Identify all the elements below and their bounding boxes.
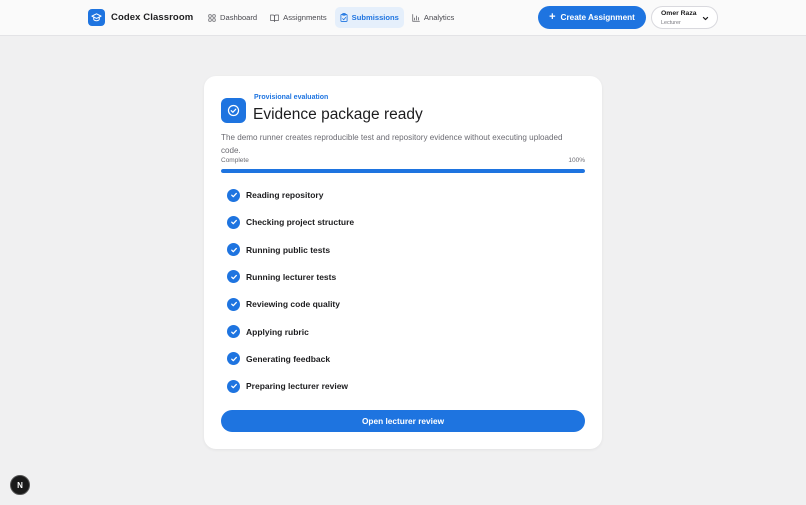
- user-name: Omer Raza: [661, 10, 697, 17]
- top-navigation-bar: Codex Classroom Dashboard Assignments Su…: [0, 0, 806, 36]
- check-icon: [227, 215, 240, 229]
- check-icon: [227, 188, 240, 202]
- next-dev-badge[interactable]: N: [10, 475, 30, 495]
- chevron-down-icon: [702, 16, 709, 21]
- bar-chart-icon: [412, 13, 420, 22]
- evidence-card: Provisional evaluation Evidence package …: [204, 76, 602, 449]
- step-label: Reading repository: [246, 190, 324, 200]
- nav-assignments-label: Assignments: [283, 13, 327, 22]
- nav-submissions[interactable]: Submissions: [334, 7, 404, 28]
- brand[interactable]: Codex Classroom: [88, 9, 193, 26]
- check-icon: [227, 270, 240, 284]
- nav-dashboard[interactable]: Dashboard: [203, 7, 262, 28]
- check-circle-icon: [221, 98, 246, 123]
- check-icon: [227, 325, 240, 338]
- user-menu[interactable]: Omer Raza Lecturer: [651, 6, 718, 29]
- step-item: Applying rubric: [227, 325, 309, 339]
- progress-fill: [221, 169, 585, 173]
- nav-assignments[interactable]: Assignments: [265, 7, 331, 28]
- card-eyebrow: Provisional evaluation: [254, 94, 329, 101]
- step-item: Generating feedback: [227, 352, 330, 366]
- progress-label: Complete: [221, 157, 249, 164]
- nav-analytics-label: Analytics: [423, 13, 455, 22]
- step-label: Checking project structure: [246, 217, 355, 228]
- nav-submissions-label: Submissions: [351, 13, 399, 22]
- brand-name: Codex Classroom: [111, 12, 194, 23]
- step-label: Generating feedback: [246, 353, 331, 364]
- step-label: Reviewing code quality: [246, 299, 340, 310]
- nav-analytics[interactable]: Analytics: [407, 7, 459, 28]
- step-item: Preparing lecturer review: [227, 379, 348, 393]
- step-label: Running public tests: [246, 244, 331, 255]
- nav-dashboard-label: Dashboard: [220, 13, 258, 22]
- user-role: Lecturer: [661, 19, 681, 26]
- step-label: Preparing lecturer review: [246, 381, 349, 392]
- progress-percent: 100%: [568, 157, 585, 164]
- card-description: The demo runner creates reproducible tes…: [221, 133, 563, 155]
- step-label: Running lecturer tests: [246, 271, 337, 282]
- grid-icon: [208, 13, 216, 22]
- check-icon: [227, 297, 240, 311]
- step-item: Running lecturer tests: [227, 270, 336, 284]
- check-icon: [227, 352, 240, 366]
- step-item: Reading repository: [227, 188, 323, 202]
- card-title: Evidence package ready: [253, 106, 423, 123]
- step-label: Applying rubric: [246, 326, 309, 337]
- book-icon: [270, 14, 280, 22]
- plus-icon: +: [549, 11, 556, 23]
- clipboard-icon: [340, 13, 348, 22]
- check-icon: [227, 243, 240, 257]
- progress-bar: [221, 169, 585, 173]
- step-item: Running public tests: [227, 243, 330, 257]
- main-nav: Dashboard Assignments Submissions Analyt…: [203, 7, 462, 28]
- graduation-cap-icon: [88, 9, 105, 26]
- open-lecturer-review-button[interactable]: Open lecturer review: [221, 410, 585, 432]
- step-item: Reviewing code quality: [227, 297, 340, 311]
- create-assignment-button[interactable]: + Create Assignment: [538, 6, 646, 29]
- check-icon: [227, 379, 240, 393]
- step-item: Checking project structure: [227, 215, 354, 229]
- create-assignment-label: Create Assignment: [560, 13, 635, 22]
